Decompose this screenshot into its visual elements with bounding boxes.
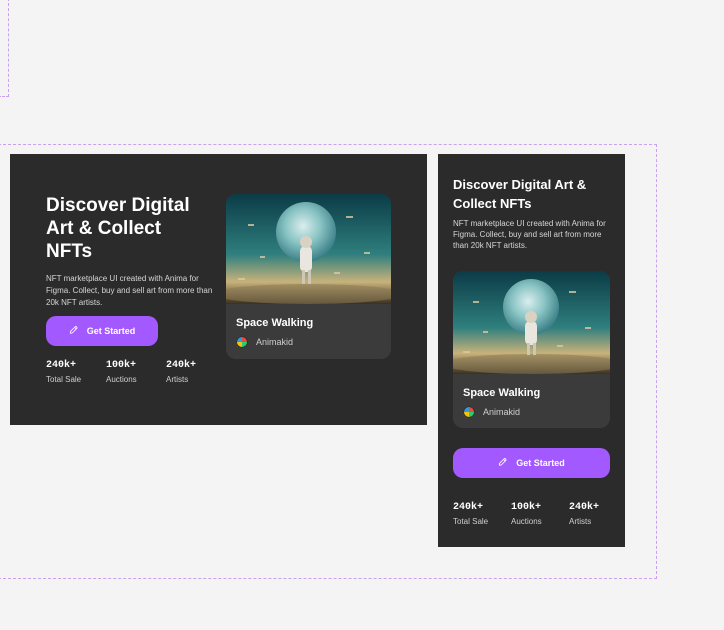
stat-total-sale: 240k+ Total Sale [46, 360, 84, 384]
frame-outline-top [0, 0, 9, 97]
stat-label: Auctions [511, 517, 542, 526]
hero-description: NFT marketplace UI created with Anima fo… [46, 274, 213, 307]
hero-mobile: Discover Digital Art & Collect NFTs NFT … [438, 154, 625, 547]
stat-label: Auctions [106, 375, 137, 384]
artist-avatar [236, 336, 248, 348]
nft-card[interactable]: Space Walking Animakid [226, 194, 391, 359]
card-title: Space Walking [463, 387, 541, 399]
rocket-icon [69, 325, 79, 337]
stat-label: Artists [166, 375, 189, 384]
artist-avatar [463, 406, 475, 418]
stats-row: 240k+ Total Sale 100k+ Auctions 240k+ Ar… [453, 502, 607, 526]
artist-name: Animakid [256, 337, 294, 347]
stat-artists: 240k+ Artists [166, 360, 204, 384]
stat-label: Total Sale [453, 517, 489, 526]
card-artist[interactable]: Animakid [236, 336, 293, 348]
rocket-icon [498, 457, 508, 469]
hero-description: NFT marketplace UI created with Anima fo… [453, 219, 606, 250]
get-started-button[interactable]: Get Started [46, 316, 158, 346]
stat-value: 240k+ [46, 360, 77, 371]
hero-desktop: Discover Digital Art & Collect NFTs NFT … [10, 154, 427, 425]
hero-title: Discover Digital Art & Collect NFTs [46, 195, 190, 262]
get-started-label: Get Started [86, 326, 136, 336]
stat-value: 240k+ [166, 360, 197, 371]
nft-card[interactable]: Space Walking Animakid [453, 271, 610, 428]
stat-artists: 240k+ Artists [569, 502, 607, 526]
stat-total-sale: 240k+ Total Sale [453, 502, 491, 526]
stats-row: 240k+ Total Sale 100k+ Auctions 240k+ Ar… [46, 360, 204, 384]
artist-name: Animakid [483, 407, 521, 417]
card-title: Space Walking [236, 317, 314, 329]
stat-value: 240k+ [453, 502, 484, 513]
card-artist[interactable]: Animakid [463, 406, 520, 418]
nft-artwork-image [226, 194, 391, 304]
nft-artwork-image [453, 271, 610, 374]
stat-label: Total Sale [46, 375, 82, 384]
stat-auctions: 100k+ Auctions [106, 360, 144, 384]
stat-value: 100k+ [106, 360, 137, 371]
get-started-label: Get Started [516, 458, 565, 468]
stat-auctions: 100k+ Auctions [511, 502, 549, 526]
hero-title: Discover Digital Art & Collect NFTs [453, 177, 587, 211]
stat-label: Artists [569, 517, 592, 526]
stat-value: 240k+ [569, 502, 600, 513]
stat-value: 100k+ [511, 502, 542, 513]
get-started-button[interactable]: Get Started [453, 448, 610, 478]
